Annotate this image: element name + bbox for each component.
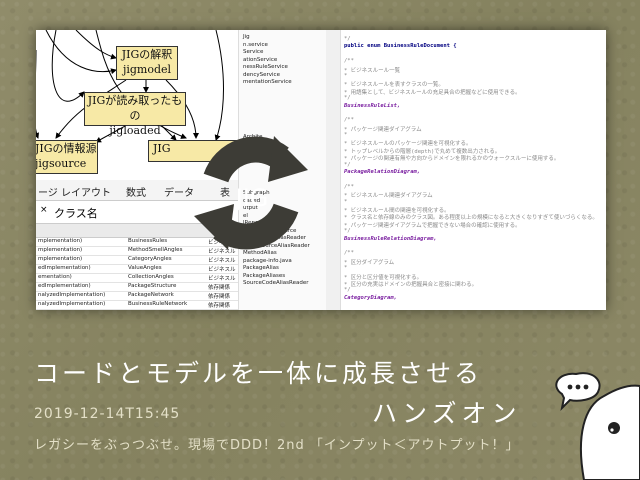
code-line: */ (344, 161, 351, 168)
slide-handson-label: ハンズオン (372, 399, 522, 428)
formula-bar-value: クラス名 (54, 207, 98, 220)
ribbon-tab-page-layout[interactable]: ージ レイアウト (38, 184, 111, 199)
code-line: * (344, 265, 348, 272)
code-line: * 区分ダイアグラム (344, 259, 395, 266)
diagram-node-jigmodel: JIGの解釈 jigmodel (116, 46, 178, 80)
node-package: jigsource (36, 157, 87, 170)
tree-item[interactable]: dencyService (239, 72, 327, 80)
table-cell: CollectionAngles (128, 274, 174, 280)
code-line: * パッケージの関連有無や方向からドメインを限れるかのウォークスルーに使用する。 (344, 156, 560, 163)
code-line: * 区分と区分値を可視化する。 (344, 274, 423, 281)
slide-date: 2019-12-14T15:45 (34, 406, 181, 422)
code-lines: */public enum BusinessRuleDocument {/** … (326, 36, 606, 302)
code-line: * (344, 72, 348, 79)
table-row[interactable]: nalyzedImplementation) PackageNetwork 依存関係 (36, 292, 238, 301)
tree-item[interactable]: ationService (239, 57, 327, 65)
table-cell: edImplementation) (38, 265, 91, 271)
slide-title: コードとモデルを一体に成長させる (34, 359, 483, 388)
table-cell: 依存関係 (208, 285, 231, 291)
code-line: * ビジネスルール一覧 (344, 67, 401, 74)
code-line: * (344, 198, 348, 205)
table-cell: mplementation) (38, 256, 83, 262)
node-label: JIGの解釈 (121, 48, 173, 61)
code-line: */ (344, 36, 351, 42)
code-line: * クラス名と依存線のみのクラス図。ある程度以上の規模になると大きくなりすぎて使… (344, 215, 598, 222)
jig-logo-icon: JIG (194, 136, 308, 250)
code-line: * (344, 132, 348, 139)
tree-item[interactable]: n.service (239, 42, 327, 50)
code-line: CategoryDiagram, (344, 294, 397, 301)
table-cell: ementation) (38, 274, 72, 280)
table-cell: BusinessRules (128, 238, 168, 244)
code-line: * パッケージ関連ダイアグラムで把握できない場合の確認に使用する。 (344, 222, 521, 229)
node-package: jigmodel (122, 63, 172, 76)
code-line: * トップレベルからの階層(depth)で丸めて複数出力される。 (344, 148, 501, 155)
code-line: BusinessRuleRelationDiagram, (344, 235, 437, 242)
tree-item[interactable]: nessRuleService (239, 64, 327, 72)
table-cell: PackageNetwork (128, 292, 174, 298)
code-line: */ (344, 228, 351, 235)
code-line: BusinessRuleList, (344, 102, 401, 109)
code-line: public enum BusinessRuleDocument { (344, 43, 457, 50)
code-line: /** (344, 250, 354, 257)
table-cell: PackageStructure (128, 283, 177, 289)
code-line: * ビジネスルールを表すクラスの一覧。 (344, 82, 444, 89)
code-line: /** (344, 117, 354, 124)
table-row[interactable]: edImplementation) PackageStructure 依存関係 (36, 283, 238, 292)
table-cell: edImplementation) (38, 283, 91, 289)
table-cell: 依存関係 (208, 294, 231, 300)
code-line: PackageRelationDiagram, (344, 169, 421, 176)
tree-group: Jig n.service Service ationService nessRuleS… (239, 34, 327, 87)
table-cell: 依存関係 (208, 303, 231, 309)
formula-bar-prefix: × (40, 205, 48, 215)
node-label: JIGの情報源 (36, 142, 97, 155)
code-line: * 用語集として、ビジネスルールの充足具合の把握などに使用できる。 (344, 89, 521, 96)
table-row[interactable]: ementation) CollectionAngles ビジネスル (36, 274, 238, 283)
table-row[interactable]: nalyzedImplementation) BusinessRuleNetwor… (36, 301, 238, 310)
code-editor: */public enum BusinessRuleDocument {/** … (326, 30, 606, 310)
code-line: /** (344, 183, 354, 190)
tree-item[interactable]: Jig (239, 34, 327, 42)
ribbon-tab-formulas[interactable]: 数式 (126, 184, 146, 199)
code-line: * 区分の充実はドメインの把握具合と密接に関わる。 (344, 281, 478, 288)
code-line: */ (344, 287, 351, 294)
code-line: * パッケージ関連ダイアグラム (344, 126, 422, 133)
table-cell: nalyzedImplementation) (38, 301, 106, 307)
diagram-node-jigloaded: JIGが読み取ったもの jigloaded (84, 92, 186, 137)
node-label: JIGが読み取ったもの (87, 94, 183, 122)
table-cell: CategoryAngles (128, 256, 172, 262)
tree-item[interactable]: PackageAliases (239, 273, 327, 281)
table-cell: ビジネスル (208, 276, 236, 282)
table-cell: mplementation) (38, 247, 83, 253)
tree-item[interactable]: SourceCodeAliasReader (239, 280, 327, 288)
slide-subtitle: レガシーをぶっつぶせ。現場でDDD！2nd 「インプット＜アウトプット！」 (34, 438, 520, 453)
table-cell: nalyzedImplementation) (38, 292, 106, 298)
tree-item[interactable]: mentationService (239, 79, 327, 87)
jig-logo-text: JIG (234, 184, 269, 212)
code-line: * ビジネスルールのパッケージ関連を可視化する。 (344, 141, 472, 148)
table-cell: BusinessRuleNetwork (128, 301, 188, 307)
mascot-character-icon (555, 372, 640, 480)
tree-item[interactable]: Service (239, 49, 327, 57)
code-line: */ (344, 95, 351, 102)
code-line: * ビジネスルール間の関連を可視化する。 (344, 207, 450, 214)
table-cell: MethodSmellAngles (128, 247, 183, 253)
node-package: jigloaded (109, 124, 161, 137)
table-cell: ValueAngles (128, 265, 162, 271)
diagram-node-jigsource: JIGの情報源 jigsource (36, 140, 98, 174)
code-line: * ビジネスルール関連ダイアグラム (344, 193, 433, 200)
code-line: /** (344, 58, 354, 65)
table-cell: mplementation) (38, 238, 83, 244)
